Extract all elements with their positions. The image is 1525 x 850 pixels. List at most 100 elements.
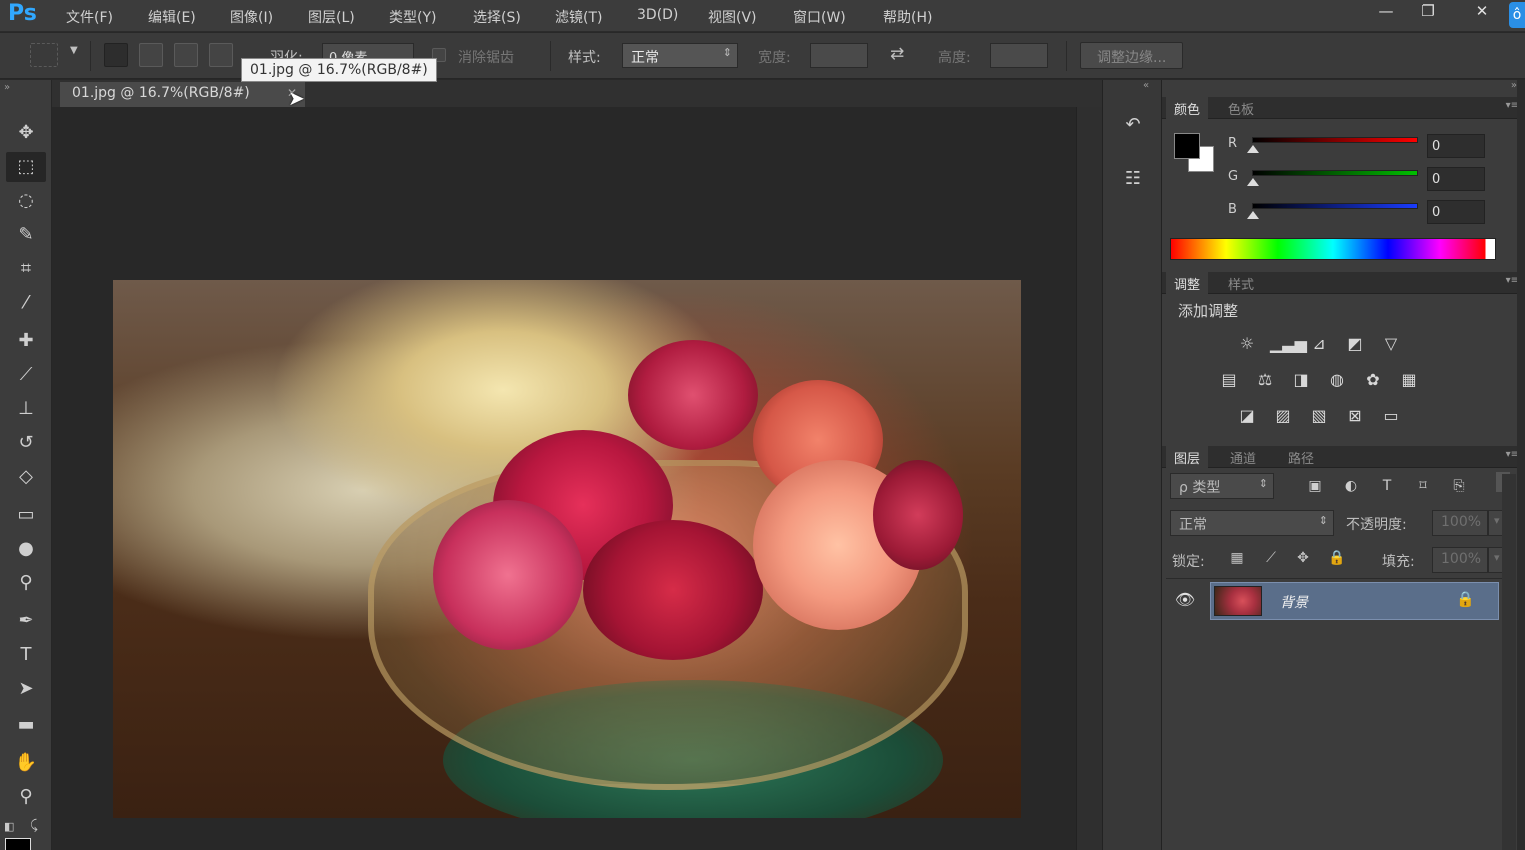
canvas-scrollbar[interactable] bbox=[1076, 107, 1102, 850]
width-input[interactable] bbox=[810, 43, 868, 68]
tab-color[interactable]: 颜色 bbox=[1166, 97, 1209, 119]
intersect-selection-icon[interactable] bbox=[209, 43, 233, 67]
zoom-tool-icon[interactable]: ⚲ bbox=[6, 782, 46, 812]
type-tool-icon[interactable]: T bbox=[6, 640, 46, 670]
menu-file[interactable]: 文件(F) bbox=[66, 7, 113, 27]
menu-image[interactable]: 图像(I) bbox=[230, 7, 273, 27]
close-button[interactable]: ✕ bbox=[1462, 0, 1502, 24]
pixel-filter-icon[interactable]: ▣ bbox=[1304, 478, 1326, 498]
rectangle-tool-icon[interactable]: ▬ bbox=[6, 710, 46, 740]
lock-pixels-icon[interactable]: ⟋ bbox=[1260, 550, 1282, 570]
selective-color-icon[interactable]: ⊠ bbox=[1342, 404, 1368, 428]
dodge-tool-icon[interactable]: ⚲ bbox=[6, 568, 46, 598]
tab-layers[interactable]: 图层 bbox=[1166, 446, 1209, 468]
new-selection-icon[interactable] bbox=[104, 43, 128, 67]
lock-transparency-icon[interactable]: ▦ bbox=[1226, 550, 1248, 570]
quick-select-tool-icon[interactable]: ✎ bbox=[6, 220, 46, 250]
threshold-icon[interactable]: ▧ bbox=[1306, 404, 1332, 428]
refine-edge-button[interactable]: 调整边缘... bbox=[1080, 42, 1184, 69]
channel-mixer-icon[interactable]: ✿ bbox=[1360, 368, 1386, 392]
history-brush-tool-icon[interactable]: ↺ bbox=[6, 428, 46, 458]
blue-input[interactable]: 0 bbox=[1427, 200, 1485, 224]
posterize-icon[interactable]: ▨ bbox=[1270, 404, 1296, 428]
red-slider-thumb[interactable] bbox=[1247, 145, 1259, 153]
path-select-tool-icon[interactable]: ➤ bbox=[6, 674, 46, 704]
panel-scrollbar[interactable] bbox=[1517, 80, 1525, 850]
stamp-tool-icon[interactable]: ⊥ bbox=[6, 394, 46, 424]
preset-dropdown-icon[interactable]: ▼ bbox=[70, 45, 78, 56]
eraser-tool-icon[interactable]: ◇ bbox=[6, 462, 46, 492]
green-input[interactable]: 0 bbox=[1427, 167, 1485, 191]
menu-window[interactable]: 窗口(W) bbox=[793, 7, 846, 27]
swap-colors-icon[interactable]: ⤹ bbox=[30, 818, 38, 833]
green-slider-thumb[interactable] bbox=[1247, 178, 1259, 186]
foreground-color-swatch[interactable] bbox=[1174, 133, 1200, 159]
red-input[interactable]: 0 bbox=[1427, 134, 1485, 158]
move-tool-icon[interactable]: ✥ bbox=[6, 118, 46, 148]
menu-3d[interactable]: 3D(D) bbox=[637, 7, 678, 23]
collapse-icon[interactable]: « bbox=[1143, 80, 1149, 91]
blur-tool-icon[interactable]: ● bbox=[6, 534, 46, 564]
layers-scrollbar[interactable] bbox=[1502, 474, 1516, 850]
lasso-tool-icon[interactable]: ◌ bbox=[6, 186, 46, 216]
fill-input[interactable]: 100% bbox=[1432, 547, 1488, 573]
lock-position-icon[interactable]: ✥ bbox=[1292, 550, 1314, 570]
collapse-icon[interactable]: » bbox=[4, 82, 10, 93]
tab-styles[interactable]: 样式 bbox=[1220, 272, 1262, 294]
color-lookup-icon[interactable]: ▦ bbox=[1396, 368, 1422, 392]
lock-all-icon[interactable]: 🔒 bbox=[1326, 550, 1348, 570]
menu-type[interactable]: 类型(Y) bbox=[389, 7, 436, 27]
eyedropper-tool-icon[interactable]: ⁄ bbox=[6, 288, 46, 318]
foreground-color-swatch[interactable] bbox=[5, 838, 31, 850]
height-input[interactable] bbox=[990, 43, 1048, 68]
invert-icon[interactable]: ◪ bbox=[1234, 404, 1260, 428]
default-colors-icon[interactable]: ◧ bbox=[4, 820, 14, 833]
history-panel-icon[interactable]: ↶ bbox=[1115, 108, 1151, 142]
properties-panel-icon[interactable]: ☷ bbox=[1115, 162, 1151, 196]
photo-filter-icon[interactable]: ◍ bbox=[1324, 368, 1350, 392]
gradient-tool-icon[interactable]: ▭ bbox=[6, 500, 46, 530]
levels-icon[interactable]: ▁▃▅ bbox=[1270, 332, 1307, 356]
tab-swatches[interactable]: 色板 bbox=[1220, 97, 1262, 119]
hue-saturation-icon[interactable]: ▤ bbox=[1216, 368, 1242, 392]
blue-slider[interactable] bbox=[1252, 203, 1418, 209]
gradient-map-icon[interactable]: ▭ bbox=[1378, 404, 1404, 428]
color-balance-icon[interactable]: ⚖ bbox=[1252, 368, 1278, 392]
share-badge-icon[interactable]: ô bbox=[1509, 2, 1525, 28]
black-white-icon[interactable]: ◨ bbox=[1288, 368, 1314, 392]
brightness-icon[interactable]: ☼ bbox=[1234, 332, 1260, 356]
crop-tool-icon[interactable]: ⌗ bbox=[6, 254, 46, 284]
red-slider[interactable] bbox=[1252, 137, 1418, 143]
menu-view[interactable]: 视图(V) bbox=[708, 7, 757, 27]
document-image[interactable] bbox=[113, 280, 1021, 818]
opacity-input[interactable]: 100% bbox=[1432, 510, 1488, 536]
menu-filter[interactable]: 滤镜(T) bbox=[555, 7, 602, 27]
blue-slider-thumb[interactable] bbox=[1247, 211, 1259, 219]
menu-layer[interactable]: 图层(L) bbox=[308, 7, 355, 27]
color-spectrum[interactable] bbox=[1170, 238, 1496, 260]
menu-help[interactable]: 帮助(H) bbox=[883, 7, 932, 27]
smart-object-filter-icon[interactable]: ⎘ bbox=[1448, 478, 1470, 498]
menu-edit[interactable]: 编辑(E) bbox=[148, 7, 196, 27]
swap-icon[interactable]: ⇄ bbox=[890, 44, 904, 64]
minimize-button[interactable]: — bbox=[1366, 0, 1406, 24]
tab-paths[interactable]: 路径 bbox=[1280, 446, 1322, 468]
curves-icon[interactable]: ⊿ bbox=[1306, 332, 1332, 356]
type-filter-icon[interactable]: T bbox=[1376, 478, 1398, 498]
layer-filter-select[interactable]: ρ 类型 ⇕ bbox=[1170, 473, 1274, 499]
tab-channels[interactable]: 通道 bbox=[1222, 446, 1264, 468]
restore-button[interactable]: ❐ bbox=[1408, 0, 1448, 24]
add-to-selection-icon[interactable] bbox=[139, 43, 163, 67]
layer-thumbnail[interactable] bbox=[1214, 586, 1262, 616]
brush-tool-icon[interactable]: ⟋ bbox=[6, 360, 46, 390]
pen-tool-icon[interactable]: ✒ bbox=[6, 606, 46, 636]
healing-tool-icon[interactable]: ✚ bbox=[6, 326, 46, 356]
tab-adjustments[interactable]: 调整 bbox=[1166, 272, 1209, 294]
layer-visibility-eye-icon[interactable]: 👁 bbox=[1172, 590, 1198, 612]
hand-tool-icon[interactable]: ✋ bbox=[6, 748, 46, 778]
exposure-icon[interactable]: ◩ bbox=[1342, 332, 1368, 356]
menu-select[interactable]: 选择(S) bbox=[473, 7, 521, 27]
adjustment-filter-icon[interactable]: ◐ bbox=[1340, 478, 1362, 498]
marquee-tool-icon[interactable]: ⬚ bbox=[6, 152, 46, 182]
layer-name[interactable]: 背景 bbox=[1280, 592, 1308, 612]
